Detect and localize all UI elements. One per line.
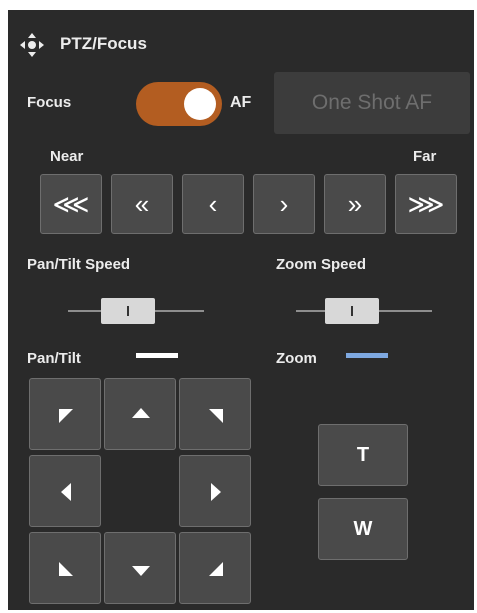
pan-down-right-button[interactable] bbox=[179, 532, 251, 604]
zoom-speed-label: Zoom Speed bbox=[276, 256, 367, 273]
focus-far-medium-button[interactable]: » bbox=[324, 174, 386, 234]
panel-title: PTZ/Focus bbox=[60, 34, 147, 53]
focus-far-slow-button[interactable]: › bbox=[253, 174, 315, 234]
focus-far-fast-button[interactable]: ⋙ bbox=[395, 174, 457, 234]
pan-up-right-button[interactable] bbox=[179, 378, 251, 450]
arrow-down-left-icon bbox=[59, 562, 73, 576]
focus-label: Focus bbox=[27, 94, 72, 111]
af-toggle[interactable] bbox=[136, 82, 222, 126]
arrow-right-icon bbox=[211, 483, 221, 501]
arrow-left-icon bbox=[61, 483, 71, 501]
zoom-tele-button[interactable]: T bbox=[318, 424, 408, 486]
pan-down-left-button[interactable] bbox=[29, 532, 101, 604]
move-arrows-icon bbox=[20, 33, 44, 57]
focus-near-medium-button[interactable]: « bbox=[111, 174, 173, 234]
tilt-down-button[interactable] bbox=[104, 532, 176, 604]
one-shot-af-button[interactable]: One Shot AF bbox=[274, 72, 470, 134]
focus-near-fast-button[interactable]: ⋘ bbox=[40, 174, 102, 234]
ptz-focus-panel: PTZ/Focus Focus AF One Shot AF Near Far … bbox=[8, 10, 474, 610]
af-label: AF bbox=[230, 94, 252, 111]
far-label: Far bbox=[413, 148, 437, 165]
pan-tilt-label: Pan/Tilt bbox=[27, 350, 81, 367]
arrow-up-left-icon bbox=[59, 409, 73, 423]
zoom-label: Zoom bbox=[276, 350, 317, 367]
zoom-speed-slider[interactable] bbox=[296, 298, 432, 324]
arrow-down-icon bbox=[132, 566, 150, 576]
toggle-knob bbox=[184, 88, 216, 120]
arrow-up-right-icon bbox=[209, 409, 223, 423]
arrow-up-icon bbox=[132, 408, 150, 418]
slider-thumb[interactable] bbox=[325, 298, 379, 324]
pan-tilt-indicator bbox=[136, 353, 178, 358]
slider-thumb[interactable] bbox=[101, 298, 155, 324]
pan-right-button[interactable] bbox=[179, 455, 251, 527]
pan-up-left-button[interactable] bbox=[29, 378, 101, 450]
pan-tilt-speed-label: Pan/Tilt Speed bbox=[27, 256, 131, 273]
near-label: Near bbox=[50, 148, 84, 165]
pan-tilt-speed-slider[interactable] bbox=[68, 298, 204, 324]
pan-left-button[interactable] bbox=[29, 455, 101, 527]
arrow-down-right-icon bbox=[209, 562, 223, 576]
focus-near-slow-button[interactable]: ‹ bbox=[182, 174, 244, 234]
zoom-wide-button[interactable]: W bbox=[318, 498, 408, 560]
tilt-up-button[interactable] bbox=[104, 378, 176, 450]
zoom-indicator bbox=[346, 353, 388, 358]
